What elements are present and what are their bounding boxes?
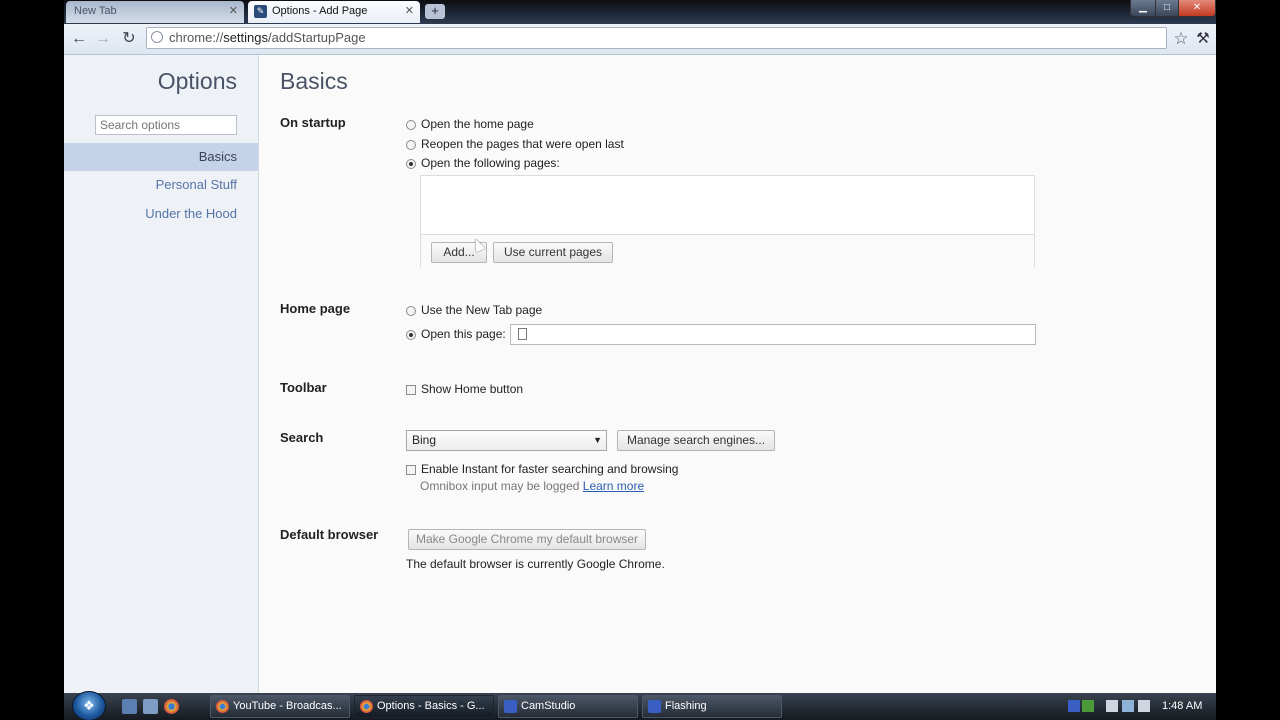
search-label: Search bbox=[280, 430, 324, 445]
url-host: settings bbox=[223, 30, 268, 45]
option-label: Show Home button bbox=[421, 382, 524, 396]
radio-button[interactable] bbox=[406, 306, 416, 316]
taskbar-item-camstudio[interactable]: CamStudio bbox=[498, 695, 638, 718]
url-path: /addStartupPage bbox=[268, 30, 366, 45]
option-label: Use the New Tab page bbox=[421, 303, 543, 317]
app-icon bbox=[648, 700, 661, 713]
checkbox[interactable] bbox=[406, 385, 416, 395]
back-arrow-icon[interactable]: ← bbox=[68, 28, 90, 50]
document-icon bbox=[518, 328, 527, 340]
forward-arrow-icon[interactable]: → bbox=[92, 28, 114, 50]
startup-pages-actions: Add... Use current pages bbox=[421, 234, 1034, 267]
tray-device-icon[interactable] bbox=[1106, 700, 1118, 712]
instant-hint: Omnibox input may be logged Learn more bbox=[420, 479, 644, 493]
startup-option-reopen[interactable]: Reopen the pages that were open last bbox=[406, 136, 624, 152]
clock[interactable]: 1:48 AM bbox=[1162, 693, 1202, 720]
learn-more-link[interactable]: Learn more bbox=[583, 479, 644, 493]
page-icon bbox=[151, 31, 163, 43]
startup-option-home[interactable]: Open the home page bbox=[406, 116, 534, 132]
sidebar-item-under-the-hood[interactable]: Under the Hood bbox=[64, 200, 258, 228]
tray-app-icon[interactable] bbox=[1068, 700, 1080, 712]
sidebar-item-basics[interactable]: Basics bbox=[64, 143, 258, 171]
system-tray: 1:48 AM bbox=[1068, 693, 1216, 720]
network-icon[interactable] bbox=[1122, 700, 1134, 712]
new-tab-button[interactable]: + bbox=[425, 4, 445, 19]
manage-search-engines-button[interactable]: Manage search engines... bbox=[617, 430, 775, 451]
reload-icon[interactable]: ↻ bbox=[118, 28, 140, 50]
option-label: Enable Instant for faster searching and … bbox=[421, 462, 679, 476]
browser-toolbar: ← → ↻ chrome://settings/addStartupPage ☆… bbox=[64, 24, 1216, 55]
page-title: Basics bbox=[280, 68, 348, 94]
use-current-pages-button[interactable]: Use current pages bbox=[493, 242, 613, 263]
radio-button[interactable] bbox=[406, 140, 416, 150]
home-page-label: Home page bbox=[280, 301, 351, 316]
maximize-button[interactable]: □ bbox=[1155, 0, 1179, 17]
option-label: Open the home page bbox=[421, 117, 534, 131]
switch-windows-icon[interactable] bbox=[143, 699, 158, 714]
toolbar-label: Toolbar bbox=[280, 380, 327, 395]
sidebar-item-personal-stuff[interactable]: Personal Stuff bbox=[64, 171, 258, 199]
wrench-menu-icon[interactable]: ⚒ bbox=[1192, 28, 1214, 50]
chrome-quicklaunch-icon[interactable] bbox=[164, 699, 179, 714]
chrome-icon bbox=[360, 700, 373, 713]
startup-pages-list[interactable]: Add... Use current pages bbox=[420, 175, 1035, 267]
tab-options-add-page[interactable]: ✎ Options - Add Page ✕ bbox=[248, 1, 420, 23]
option-label: Open the following pages: bbox=[421, 156, 560, 170]
volume-icon[interactable] bbox=[1138, 700, 1150, 712]
option-label: Open this page: bbox=[421, 327, 506, 341]
on-startup-label: On startup bbox=[280, 115, 346, 130]
windows-taskbar: ❖ YouTube - Broadcas... Options - Basics… bbox=[64, 691, 1216, 720]
address-bar[interactable]: chrome://settings/addStartupPage bbox=[146, 27, 1167, 49]
minimize-button[interactable]: ▁ bbox=[1130, 0, 1156, 17]
chrome-window: New Tab ✕ ✎ Options - Add Page ✕ + ▁ □ ✕… bbox=[64, 0, 1216, 720]
task-label: CamStudio bbox=[521, 700, 576, 712]
task-label: Options - Basics - G... bbox=[377, 700, 485, 712]
home-option-newtab[interactable]: Use the New Tab page bbox=[406, 302, 542, 318]
close-icon[interactable]: ✕ bbox=[229, 1, 238, 22]
chrome-icon bbox=[216, 700, 229, 713]
dropdown-arrow-icon: ▼ bbox=[593, 435, 602, 445]
radio-button-selected[interactable] bbox=[406, 159, 416, 169]
home-option-open-this-page[interactable]: Open this page: bbox=[406, 326, 506, 342]
url-scheme: chrome:// bbox=[169, 30, 224, 45]
radio-button[interactable] bbox=[406, 120, 416, 130]
start-button[interactable]: ❖ bbox=[72, 691, 106, 720]
radio-button-selected[interactable] bbox=[406, 330, 416, 340]
taskbar-item-flashing[interactable]: Flashing bbox=[642, 695, 782, 718]
startup-option-following[interactable]: Open the following pages: bbox=[406, 155, 560, 171]
option-label: Reopen the pages that were open last bbox=[421, 137, 624, 151]
tab-label: New Tab bbox=[74, 5, 117, 17]
bookmark-star-icon[interactable]: ☆ bbox=[1170, 28, 1192, 50]
tab-new-tab[interactable]: New Tab ✕ bbox=[66, 1, 244, 23]
show-home-button-option[interactable]: Show Home button bbox=[406, 381, 523, 397]
tab-strip: New Tab ✕ ✎ Options - Add Page ✕ + ▁ □ ✕ bbox=[64, 0, 1216, 24]
tray-status-icon[interactable] bbox=[1082, 700, 1094, 712]
default-browser-status: The default browser is currently Google … bbox=[406, 557, 665, 571]
show-desktop-icon[interactable] bbox=[122, 699, 137, 714]
close-window-button[interactable]: ✕ bbox=[1178, 0, 1216, 17]
selected-engine: Bing bbox=[412, 433, 437, 447]
taskbar-item-youtube[interactable]: YouTube - Broadcas... bbox=[210, 695, 350, 718]
task-label: YouTube - Broadcas... bbox=[233, 700, 342, 712]
tab-label: Options - Add Page bbox=[272, 5, 368, 17]
home-page-url-field[interactable] bbox=[510, 324, 1036, 345]
close-icon[interactable]: ✕ bbox=[405, 1, 414, 22]
search-engine-select[interactable]: Bing ▼ bbox=[406, 430, 607, 451]
camstudio-icon bbox=[504, 700, 517, 713]
checkbox[interactable] bbox=[406, 465, 416, 475]
sidebar-title: Options bbox=[157, 68, 237, 94]
taskbar-item-options[interactable]: Options - Basics - G... bbox=[354, 695, 494, 718]
search-options-input[interactable] bbox=[95, 115, 237, 135]
enable-instant-option[interactable]: Enable Instant for faster searching and … bbox=[406, 461, 678, 477]
make-default-browser-button[interactable]: Make Google Chrome my default browser bbox=[408, 529, 646, 550]
options-content: Basics On startup Open the home page Reo… bbox=[259, 55, 1216, 695]
wrench-favicon-icon: ✎ bbox=[254, 5, 267, 18]
hint-text: Omnibox input may be logged bbox=[420, 479, 580, 493]
options-sidebar: Options Basics Personal Stuff Under the … bbox=[64, 55, 259, 695]
task-label: Flashing bbox=[665, 700, 707, 712]
default-browser-label: Default browser bbox=[280, 527, 379, 542]
